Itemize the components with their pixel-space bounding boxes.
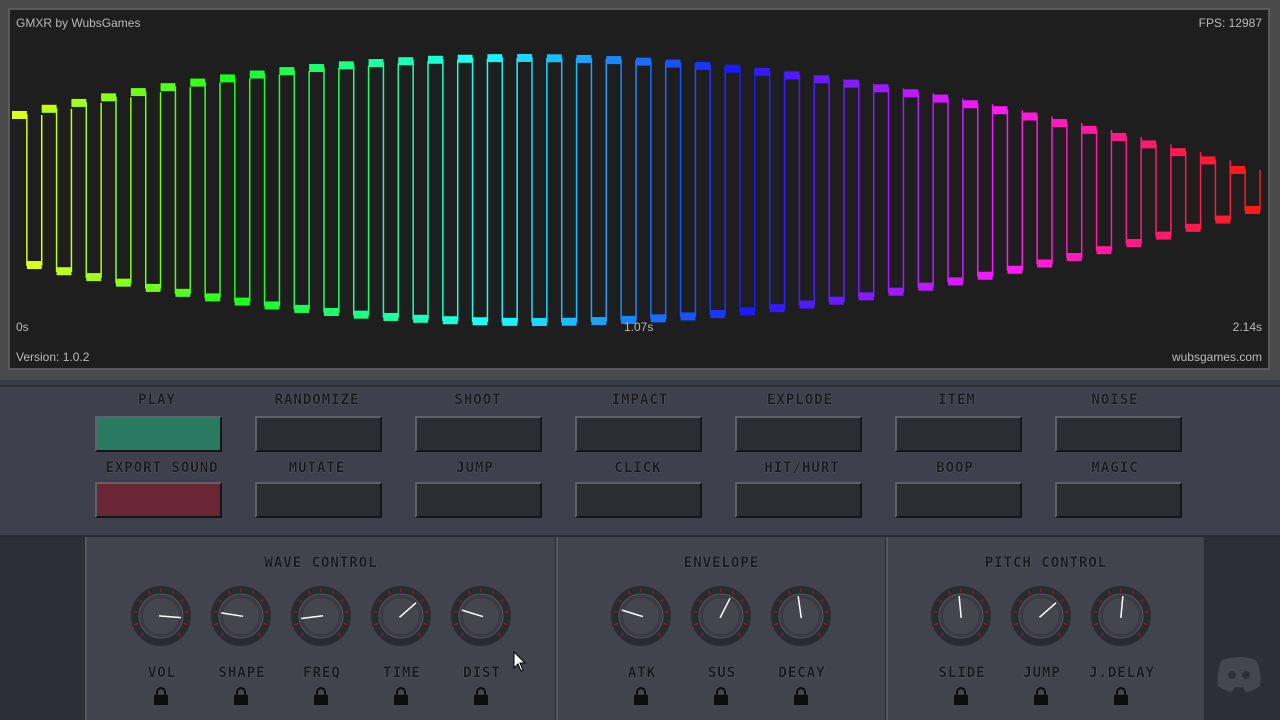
lock-icon[interactable] [473, 687, 489, 705]
atk-knob[interactable] [610, 585, 672, 647]
item-label: Item [938, 392, 976, 408]
app-title: GMXR by WubsGames [16, 16, 141, 30]
jump-delay-knob-group: J.Delay [1087, 537, 1157, 705]
magic-label: Magic [1091, 460, 1139, 476]
jump-preset-button[interactable] [415, 482, 542, 518]
shape-knob-group: Shape [207, 537, 277, 705]
freq-knob[interactable] [290, 585, 352, 647]
click-button[interactable] [575, 482, 702, 518]
time-mid-label: 1.07s [624, 320, 654, 334]
slide-knob[interactable] [930, 585, 992, 647]
hit-hurt-label: Hit/Hurt [764, 460, 840, 476]
lock-icon[interactable] [1113, 687, 1129, 705]
shoot-label: Shoot [454, 392, 502, 408]
lock-icon[interactable] [713, 687, 729, 705]
decay-label: Decay [778, 665, 826, 681]
export-sound-label: Export Sound [105, 460, 219, 476]
lock-icon[interactable] [793, 687, 809, 705]
slide-knob-group: Slide [927, 537, 997, 705]
sus-label: Sus [707, 665, 737, 681]
vol-label: VOL [147, 665, 177, 681]
jump-delay-knob[interactable] [1090, 585, 1152, 647]
lock-icon[interactable] [153, 687, 169, 705]
impact-button[interactable] [575, 416, 702, 452]
decay-knob-group: Decay [767, 537, 837, 705]
lock-icon[interactable] [233, 687, 249, 705]
atk-knob-group: Atk [607, 537, 677, 705]
waveform-graph [12, 54, 1261, 326]
lock-icon[interactable] [313, 687, 329, 705]
noise-label: Noise [1091, 392, 1139, 408]
mutate-label: Mutate [288, 460, 346, 476]
preset-button-panel: Play Randomize Shoot Impact Explode Item… [0, 385, 1280, 537]
shoot-button[interactable] [415, 416, 542, 452]
jump-label: Jump [1023, 665, 1061, 681]
waveform-display: GMXR by WubsGames FPS: 12987 0s 1.07s 2.… [0, 0, 1280, 380]
time-start-label: 0s [16, 320, 29, 334]
pitch-control-panel: Pitch Control Slide Jump J.Delay [886, 537, 1205, 720]
jump-delay-label: J.Delay [1088, 665, 1155, 681]
noise-button[interactable] [1055, 416, 1182, 452]
randomize-button[interactable] [255, 416, 382, 452]
wave-control-panel: Wave Control VOL Shape Freq Time Dist [85, 537, 556, 720]
atk-label: Atk [627, 665, 657, 681]
play-button[interactable] [95, 416, 222, 452]
hit-hurt-button[interactable] [735, 482, 862, 518]
lock-icon[interactable] [393, 687, 409, 705]
randomize-label: Randomize [274, 392, 360, 408]
jump-knob[interactable] [1010, 585, 1072, 647]
decay-knob[interactable] [770, 585, 832, 647]
mouse-cursor-icon [513, 651, 527, 672]
version-label: Version: 1.0.2 [16, 350, 90, 364]
boop-button[interactable] [895, 482, 1022, 518]
explode-button[interactable] [735, 416, 862, 452]
time-label: Time [383, 665, 421, 681]
impact-label: Impact [611, 392, 669, 408]
click-label: Click [614, 460, 662, 476]
boop-label: Boop [936, 460, 974, 476]
time-knob[interactable] [370, 585, 432, 647]
play-label: Play [138, 392, 176, 408]
fps-counter: FPS: 12987 [1198, 16, 1262, 30]
vol-knob[interactable] [130, 585, 192, 647]
vol-knob-group: VOL [127, 537, 197, 705]
jump-knob-group: Jump [1007, 537, 1077, 705]
jump-preset-label: Jump [456, 460, 494, 476]
freq-knob-group: Freq [287, 537, 357, 705]
dist-knob-group: Dist [447, 537, 517, 705]
waveform-canvas: GMXR by WubsGames FPS: 12987 0s 1.07s 2.… [8, 8, 1270, 370]
sus-knob-group: Sus [687, 537, 757, 705]
website-link[interactable]: wubsgames.com [1172, 350, 1262, 364]
lock-icon[interactable] [953, 687, 969, 705]
export-sound-button[interactable] [95, 482, 222, 518]
explode-label: Explode [766, 392, 833, 408]
synth-controls: Wave Control VOL Shape Freq Time Dist [0, 537, 1280, 720]
time-end-label: 2.14s [1232, 320, 1262, 334]
discord-icon[interactable] [1214, 654, 1264, 694]
dist-knob[interactable] [450, 585, 512, 647]
slide-label: Slide [938, 665, 986, 681]
lock-icon[interactable] [633, 687, 649, 705]
freq-label: Freq [303, 665, 341, 681]
shape-knob[interactable] [210, 585, 272, 647]
mutate-button[interactable] [255, 482, 382, 518]
envelope-panel: Envelope Atk Sus Decay [556, 537, 886, 720]
lock-icon[interactable] [1033, 687, 1049, 705]
time-knob-group: Time [367, 537, 437, 705]
magic-button[interactable] [1055, 482, 1182, 518]
shape-label: Shape [218, 665, 266, 681]
item-button[interactable] [895, 416, 1022, 452]
left-side-block [0, 537, 86, 720]
sus-knob[interactable] [690, 585, 752, 647]
